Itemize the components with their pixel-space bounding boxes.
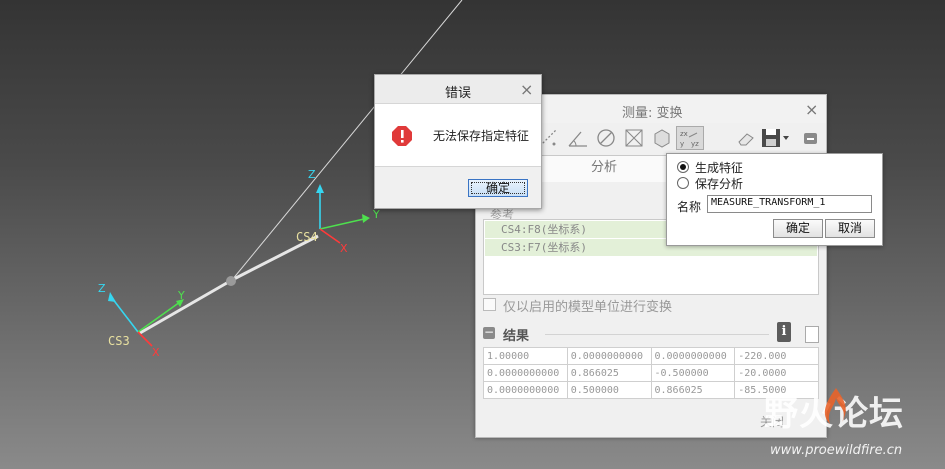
svg-text:yz: yz — [691, 140, 699, 148]
name-input[interactable]: MEASURE_TRANSFORM_1 — [707, 195, 872, 213]
axis-segment — [139, 278, 233, 335]
option-label: 保存分析 — [695, 177, 744, 191]
cs4-axis-y: Y — [372, 208, 380, 221]
save-feature-popup: 生成特征 保存分析 名称 MEASURE_TRANSFORM_1 确定 取消 — [666, 153, 883, 246]
close-icon[interactable]: × — [520, 82, 533, 98]
coordinate-system-cs4 — [316, 184, 370, 244]
flame-icon — [824, 388, 846, 424]
divider — [545, 334, 769, 335]
radio-save-analysis[interactable] — [677, 177, 689, 189]
table-cell: 0.500000 — [566, 381, 652, 399]
name-label: 名称 — [677, 200, 702, 214]
diameter-icon[interactable] — [594, 126, 618, 150]
close-icon[interactable]: × — [805, 102, 818, 118]
collapse-icon[interactable] — [800, 126, 824, 150]
model-units-label: 仅以启用的模型单位进行变换 — [503, 300, 673, 315]
error-exclamation-icon — [391, 125, 413, 147]
table-cell: 0.0000000000 — [483, 381, 568, 399]
svg-text:y: y — [680, 140, 684, 148]
cs4-axis-x: X — [340, 242, 348, 255]
table-cell: 0.866025 — [566, 364, 652, 382]
calculator-icon[interactable] — [805, 326, 819, 343]
cs3-label: CS3 — [108, 334, 130, 348]
option-label: 生成特征 — [695, 161, 744, 175]
cancel-button[interactable]: 取消 — [825, 219, 875, 238]
info-icon[interactable]: i — [777, 322, 791, 342]
tab-analysis[interactable]: 分析 — [538, 155, 670, 182]
dialog-title: 测量: 变换 — [622, 106, 683, 121]
cs3-axis-z: Z — [98, 282, 106, 295]
svg-text:zx: zx — [680, 130, 688, 138]
watermark-logo: 野火论坛 www.proewildfire.cn — [760, 386, 940, 466]
error-body: 无法保存指定特征 — [375, 103, 541, 167]
table-cell: -20.0000 — [734, 364, 819, 382]
cs4-axis-z: Z — [308, 168, 316, 181]
transform-icon[interactable]: zx y yz — [676, 126, 704, 150]
confirm-button[interactable]: 确定 — [773, 219, 823, 238]
table-cell: 0.0000000000 — [483, 364, 568, 382]
table-cell: 0.0000000000 — [566, 347, 652, 365]
radio-generate-feature[interactable] — [677, 161, 689, 173]
table-row: 0.0000000000 0.866025 -0.500000 -20.0000 — [483, 364, 819, 382]
cs4-label: CS4 — [296, 230, 318, 244]
save-icon[interactable] — [760, 126, 790, 150]
angle-icon[interactable] — [566, 126, 590, 150]
table-cell: -0.500000 — [650, 364, 736, 382]
error-titlebar[interactable]: 错误 × — [375, 75, 541, 103]
table-cell: 1.00000 — [483, 347, 568, 365]
eraser-icon[interactable] — [734, 126, 758, 150]
error-dialog: 错误 × 无法保存指定特征 确定 — [374, 74, 542, 209]
area-icon[interactable] — [622, 126, 646, 150]
results-title: 结果 — [503, 329, 530, 344]
cs3-axis-x: X — [152, 346, 160, 359]
pivot-point — [226, 276, 236, 286]
watermark-url: www.proewildfire.cn — [770, 443, 903, 458]
table-row: 1.00000 0.0000000000 0.0000000000 -220.0… — [483, 347, 819, 365]
results-collapse-button[interactable]: − — [483, 326, 495, 339]
cs3-axis-y: Y — [177, 289, 185, 302]
table-cell: 0.0000000000 — [650, 347, 736, 365]
volume-icon[interactable] — [650, 126, 674, 150]
table-cell: 0.866025 — [650, 381, 736, 399]
error-message: 无法保存指定特征 — [433, 129, 530, 143]
results-header: − 结果 i — [483, 322, 819, 344]
model-units-checkbox[interactable] — [483, 298, 496, 311]
ok-button[interactable]: 确定 — [468, 179, 528, 197]
error-title: 错误 — [445, 86, 472, 101]
table-cell: -220.000 — [734, 347, 819, 365]
